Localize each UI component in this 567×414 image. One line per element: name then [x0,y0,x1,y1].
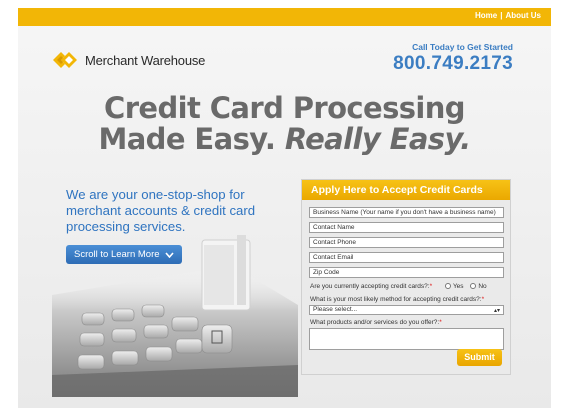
required-marker: * [481,296,485,303]
products-label: What products and/or services do you off… [310,319,440,326]
chevron-down-icon [164,251,174,258]
method-select[interactable]: Please select... ▴▾ [309,305,504,315]
headline-line-1: Credit Card Processing [104,91,466,125]
brand-name: Merchant Warehouse [85,52,206,68]
business-name-field[interactable]: Business Name (Your name if you don't ha… [309,207,504,218]
headline-really-easy: Really Easy. [284,122,471,156]
home-link[interactable]: Home [475,11,497,20]
call-label: Call Today to Get Started [412,42,513,52]
yes-label: Yes [452,283,464,290]
top-links-separator: | [500,11,503,20]
hero-section: We are your one-stop-shop for merchant a… [52,175,298,397]
contact-phone-field[interactable]: Contact Phone [309,237,504,248]
no-radio-option[interactable]: No [465,283,487,290]
required-marker: * [439,319,442,326]
hero-text: We are your one-stop-shop for merchant a… [66,187,256,234]
zip-code-field[interactable]: Zip Code [309,267,504,278]
accepting-cards-label: Are you currently accepting credit cards… [310,283,430,290]
no-label: No [478,283,487,290]
method-question: What is your most likely method for acce… [310,296,484,303]
form-title: Apply Here to Accept Credit Cards [302,180,510,200]
yes-radio-option[interactable]: Yes [440,283,464,290]
phone-number[interactable]: 800.749.2173 [393,53,513,75]
required-marker: * [429,283,433,290]
contact-name-field[interactable]: Contact Name [309,222,504,233]
scroll-to-learn-more-button[interactable]: Scroll to Learn More [66,245,182,264]
contact-email-field[interactable]: Contact Email [309,252,504,263]
headline-line-2: Made Easy. Really Easy. [18,124,551,155]
merchant-warehouse-logo-icon [53,52,77,68]
method-select-value: Please select... [313,306,358,313]
submit-button[interactable]: Submit [457,349,502,366]
top-bar: Home | About Us [18,8,551,26]
no-radio[interactable] [470,283,477,289]
products-question: What products and/or services do you off… [310,319,442,326]
yes-radio[interactable] [444,283,451,289]
method-label: What is your most likely method for acce… [310,296,482,303]
call-to-action: Call Today to Get Started 800.749.2173 [393,42,513,75]
headline-made-easy: Made Easy. [98,122,276,156]
select-arrows-icon: ▴▾ [493,308,500,314]
scroll-button-label: Scroll to Learn More [74,249,160,260]
landing-page: Home | About Us Merchant Warehouse Call To… [18,8,551,408]
application-form: Apply Here to Accept Credit Cards Busine… [301,179,511,375]
brand-logo[interactable]: Merchant Warehouse [51,49,205,71]
about-us-link[interactable]: About Us [505,11,541,20]
accepting-cards-question: Are you currently accepting credit cards… [310,283,487,290]
page-headline: Credit Card Processing Made Easy. Really… [18,93,551,155]
top-links: Home | About Us [475,11,541,20]
products-textarea[interactable] [309,328,504,350]
